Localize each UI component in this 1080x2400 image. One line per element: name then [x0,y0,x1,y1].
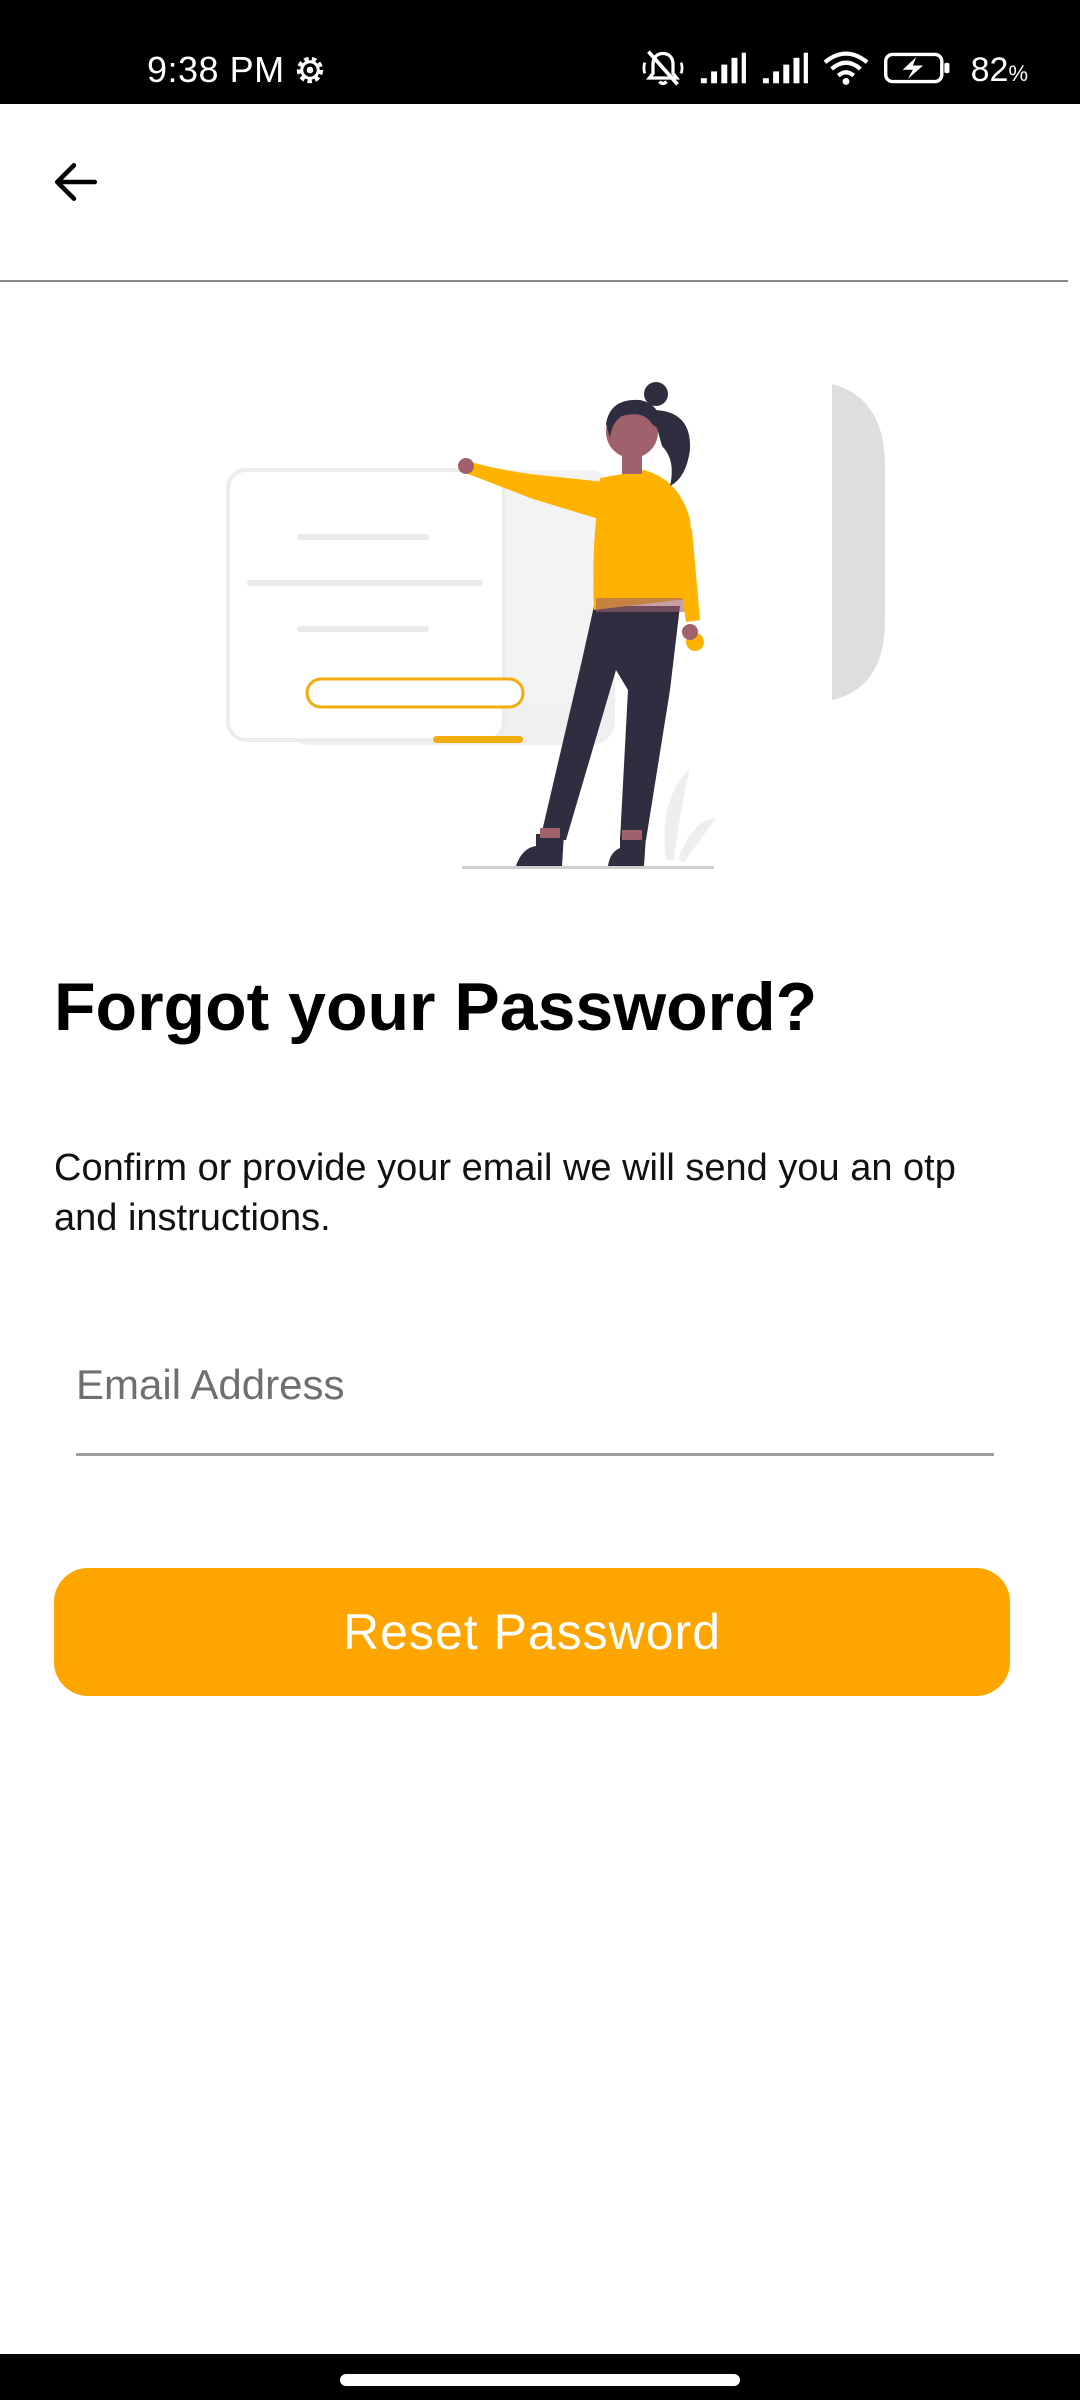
email-field[interactable] [76,1325,994,1456]
forgot-password-illustration [200,370,920,880]
back-button[interactable] [40,146,112,218]
status-bar: 9:38 PM 82% [0,0,1080,104]
background-shape [832,384,885,700]
battery-unit: % [1008,60,1028,86]
instructions-text: Confirm or provide your email we will se… [54,1147,956,1239]
reset-password-button[interactable]: Reset Password [54,1568,1010,1696]
mute-icon [641,48,685,93]
page-title: Forgot your Password? [54,969,818,1045]
wifi-icon [823,50,869,91]
email-input[interactable] [76,1345,994,1425]
forgot-password-screen: 9:38 PM 82% Forgot your Password? Confir… [0,0,1080,2400]
navigation-bar [0,2354,1080,2400]
settings-gear-icon [292,52,328,93]
arrow-left-icon [54,163,98,201]
status-icons: 82% [641,44,1028,96]
battery-value: 82 [970,50,1009,89]
home-indicator[interactable] [340,2374,740,2386]
signal-icon [761,51,809,90]
battery-percentage: 82% [971,51,1028,90]
signal-icon [699,51,747,90]
battery-charging-icon [883,51,953,90]
status-time: 9:38 PM [147,49,285,90]
app-bar [0,104,1068,282]
